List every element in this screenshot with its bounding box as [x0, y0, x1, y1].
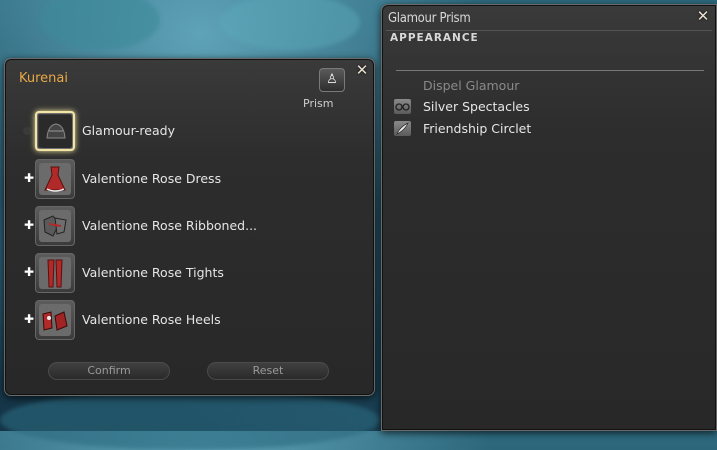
glamour-slot-row[interactable]: ✚ Valentione Rose Ribboned... [17, 204, 367, 250]
spectacles-icon [394, 99, 411, 114]
prism-icon: ♙ [326, 72, 338, 87]
rose-tights-icon [39, 257, 71, 289]
confirm-button[interactable]: Confirm [48, 362, 170, 380]
glamour-slot-row[interactable]: Glamour-ready [17, 109, 367, 155]
slot-label: Valentione Rose Heels [82, 312, 221, 327]
feather-circlet-icon [394, 121, 411, 136]
slot-label: Valentione Rose Tights [82, 265, 224, 280]
window-title: Kurenai [19, 71, 68, 86]
equipment-slot[interactable] [35, 300, 75, 340]
glamour-prism-window: Glamour Prism ✕ APPEARANCE Dispel Glamou… [381, 4, 717, 431]
plus-icon[interactable]: ✚ [23, 219, 35, 231]
background-foliage [40, 0, 160, 50]
background-water [0, 390, 380, 450]
equipment-slot[interactable] [35, 206, 75, 246]
glamour-slot-row[interactable]: ✚ Valentione Rose Heels [17, 298, 367, 344]
reset-button[interactable]: Reset [207, 362, 329, 380]
plus-icon[interactable]: ✚ [23, 313, 35, 325]
close-icon[interactable]: ✕ [353, 61, 371, 79]
prism-button[interactable]: ♙ [319, 68, 345, 92]
glamour-ready-headgear-icon [40, 116, 72, 148]
glamour-slot-row[interactable]: ✚ Valentione Rose Dress [17, 157, 367, 203]
close-icon[interactable]: ✕ [694, 7, 712, 25]
section-divider [396, 70, 704, 71]
plus-icon[interactable]: ✚ [23, 172, 35, 184]
kurenai-window: Kurenai ♙ ✕ Prism Glamour-ready ✚ Valent… [4, 58, 375, 396]
glamour-slot-row[interactable]: ✚ Valentione Rose Tights [17, 251, 367, 297]
prism-list-item[interactable]: Friendship Circlet [394, 119, 694, 139]
slot-dot [23, 127, 31, 135]
equipment-slot[interactable] [35, 159, 75, 199]
slot-label: Valentione Rose Ribboned... [82, 218, 258, 233]
rose-heels-icon [39, 304, 71, 336]
glamour-ready-slot[interactable] [35, 111, 75, 151]
rose-dress-icon [39, 163, 71, 195]
dispel-glamour-option[interactable]: Dispel Glamour [423, 78, 519, 93]
plus-icon[interactable]: ✚ [23, 266, 35, 278]
background-foliage [220, 0, 360, 50]
equipment-slot[interactable] [35, 253, 75, 293]
slot-label: Valentione Rose Dress [82, 171, 222, 186]
title-divider [386, 30, 712, 31]
window-title: Glamour Prism [388, 11, 471, 26]
item-label: Friendship Circlet [423, 121, 532, 136]
item-label: Silver Spectacles [423, 99, 530, 114]
rose-gloves-icon [39, 210, 71, 242]
prism-list-item[interactable]: Silver Spectacles [394, 97, 694, 117]
slot-label: Glamour-ready [82, 123, 175, 138]
section-heading: APPEARANCE [390, 32, 479, 44]
